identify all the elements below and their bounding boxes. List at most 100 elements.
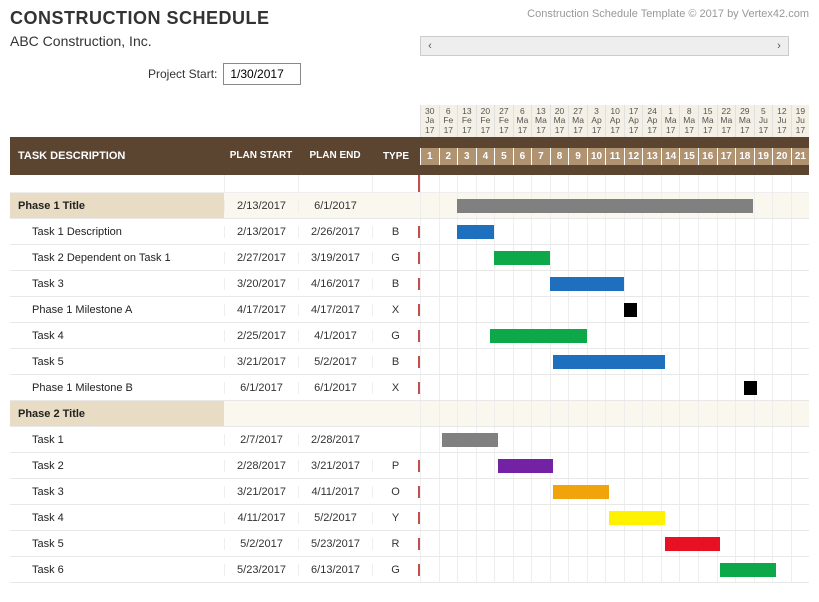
- task-name-cell[interactable]: Phase 1 Milestone A: [10, 304, 224, 316]
- type-cell[interactable]: O: [372, 486, 420, 498]
- timeline-scrollbar[interactable]: ‹ ›: [420, 36, 789, 56]
- plan-start-cell[interactable]: 6/1/2017: [224, 382, 298, 394]
- plan-end-cell[interactable]: 6/1/2017: [298, 382, 372, 394]
- plan-end-cell[interactable]: 4/1/2017: [298, 330, 372, 342]
- type-cell[interactable]: G: [372, 252, 420, 264]
- col-header-task: TASK DESCRIPTION: [10, 150, 224, 162]
- phase-row: Phase 1 Title2/13/20176/1/2017: [10, 193, 809, 219]
- task-name-cell[interactable]: Task 3: [10, 486, 224, 498]
- gantt-bar: [624, 303, 637, 317]
- scroll-left-button[interactable]: ‹: [421, 37, 439, 55]
- date-col: 22Ma17: [717, 105, 736, 137]
- type-cell[interactable]: X: [372, 382, 420, 394]
- plan-start-cell[interactable]: 5/23/2017: [224, 564, 298, 576]
- gantt-cell: [420, 323, 809, 348]
- plan-start-cell[interactable]: 4/17/2017: [224, 304, 298, 316]
- task-name-cell[interactable]: Task 5: [10, 356, 224, 368]
- date-col: 5Ju17: [754, 105, 773, 137]
- task-name-cell[interactable]: Task 1 Description: [10, 226, 224, 238]
- gantt-bar: [553, 485, 609, 499]
- week-col: 2: [439, 148, 458, 165]
- task-name-cell[interactable]: Task 2: [10, 460, 224, 472]
- gantt-cell: [420, 505, 809, 530]
- plan-end-cell[interactable]: 5/2/2017: [298, 356, 372, 368]
- type-cell[interactable]: G: [372, 330, 420, 342]
- plan-end-cell[interactable]: 3/19/2017: [298, 252, 372, 264]
- plan-start-cell[interactable]: 2/13/2017: [224, 226, 298, 238]
- gantt-bar: [744, 381, 757, 395]
- week-col: 1: [420, 148, 439, 165]
- date-col: 6Ma17: [513, 105, 532, 137]
- week-col: 13: [642, 148, 661, 165]
- timeline-week-header: 123456789101112131415161718192021: [420, 148, 809, 165]
- week-col: 15: [679, 148, 698, 165]
- date-col: 19Ju17: [791, 105, 810, 137]
- plan-start-cell[interactable]: 2/27/2017: [224, 252, 298, 264]
- plan-start-cell[interactable]: 3/21/2017: [224, 486, 298, 498]
- date-col: 10Ap17: [605, 105, 624, 137]
- task-row: Phase 1 Milestone B6/1/20176/1/2017X: [10, 375, 809, 401]
- gantt-cell: [420, 453, 809, 478]
- task-name-cell[interactable]: Task 5: [10, 538, 224, 550]
- template-credit: Construction Schedule Template © 2017 by…: [527, 8, 809, 20]
- type-cell[interactable]: Y: [372, 512, 420, 524]
- company-name: ABC Construction, Inc.: [10, 33, 270, 49]
- plan-end-cell[interactable]: 2/28/2017: [298, 434, 372, 446]
- plan-end-cell[interactable]: 3/21/2017: [298, 460, 372, 472]
- type-cell[interactable]: B: [372, 226, 420, 238]
- plan-end-cell[interactable]: 4/16/2017: [298, 278, 372, 290]
- week-col: 17: [717, 148, 736, 165]
- plan-start-cell[interactable]: 2/25/2017: [224, 330, 298, 342]
- gantt-cell: [420, 193, 809, 218]
- week-col: 8: [550, 148, 569, 165]
- task-name-cell[interactable]: Task 1: [10, 434, 224, 446]
- gantt-bar: [498, 459, 554, 473]
- task-name-cell[interactable]: Task 6: [10, 564, 224, 576]
- timeline-date-header: 30Ja176Fe1713Fe1720Fe1727Fe176Ma1713Ma17…: [420, 105, 809, 137]
- type-cell[interactable]: G: [372, 564, 420, 576]
- plan-start-cell[interactable]: 2/28/2017: [224, 460, 298, 472]
- plan-end-cell[interactable]: 5/23/2017: [298, 538, 372, 550]
- week-col: 16: [698, 148, 717, 165]
- plan-end-cell[interactable]: 6/13/2017: [298, 564, 372, 576]
- project-start-input[interactable]: [223, 63, 301, 85]
- project-start-label: Project Start:: [148, 67, 217, 81]
- plan-end-cell[interactable]: 4/11/2017: [298, 486, 372, 498]
- plan-end-cell[interactable]: 4/17/2017: [298, 304, 372, 316]
- task-name-cell[interactable]: Task 2 Dependent on Task 1: [10, 252, 224, 264]
- date-col: 20Ma17: [550, 105, 569, 137]
- gantt-bar: [553, 355, 664, 369]
- type-cell[interactable]: B: [372, 356, 420, 368]
- type-cell[interactable]: R: [372, 538, 420, 550]
- task-row: Task 22/28/20173/21/2017P: [10, 453, 809, 479]
- plan-start-cell[interactable]: 3/21/2017: [224, 356, 298, 368]
- task-name-cell[interactable]: Phase 1 Milestone B: [10, 382, 224, 394]
- plan-end-cell[interactable]: 6/1/2017: [298, 200, 372, 212]
- week-col: 12: [624, 148, 643, 165]
- date-col: 24Ap17: [642, 105, 661, 137]
- task-name-cell[interactable]: Task 4: [10, 512, 224, 524]
- task-name-cell[interactable]: Phase 1 Title: [10, 193, 224, 218]
- type-cell[interactable]: P: [372, 460, 420, 472]
- plan-start-cell[interactable]: 2/13/2017: [224, 200, 298, 212]
- task-name-cell[interactable]: Phase 2 Title: [10, 401, 224, 426]
- plan-end-cell[interactable]: 5/2/2017: [298, 512, 372, 524]
- task-name-cell[interactable]: Task 4: [10, 330, 224, 342]
- date-col: 6Fe17: [439, 105, 458, 137]
- plan-start-cell[interactable]: 2/7/2017: [224, 434, 298, 446]
- type-cell[interactable]: X: [372, 304, 420, 316]
- task-name-cell[interactable]: Task 3: [10, 278, 224, 290]
- plan-start-cell[interactable]: 3/20/2017: [224, 278, 298, 290]
- plan-start-cell[interactable]: 5/2/2017: [224, 538, 298, 550]
- gantt-cell: [420, 427, 809, 452]
- col-header-type: TYPE: [372, 151, 420, 162]
- scroll-right-button[interactable]: ›: [770, 37, 788, 55]
- week-col: 20: [772, 148, 791, 165]
- date-col: 3Ap17: [587, 105, 606, 137]
- date-col: 30Ja17: [420, 105, 439, 137]
- plan-end-cell[interactable]: 2/26/2017: [298, 226, 372, 238]
- type-cell[interactable]: B: [372, 278, 420, 290]
- plan-start-cell[interactable]: 4/11/2017: [224, 512, 298, 524]
- week-col: 11: [605, 148, 624, 165]
- task-row: Task 2 Dependent on Task 12/27/20173/19/…: [10, 245, 809, 271]
